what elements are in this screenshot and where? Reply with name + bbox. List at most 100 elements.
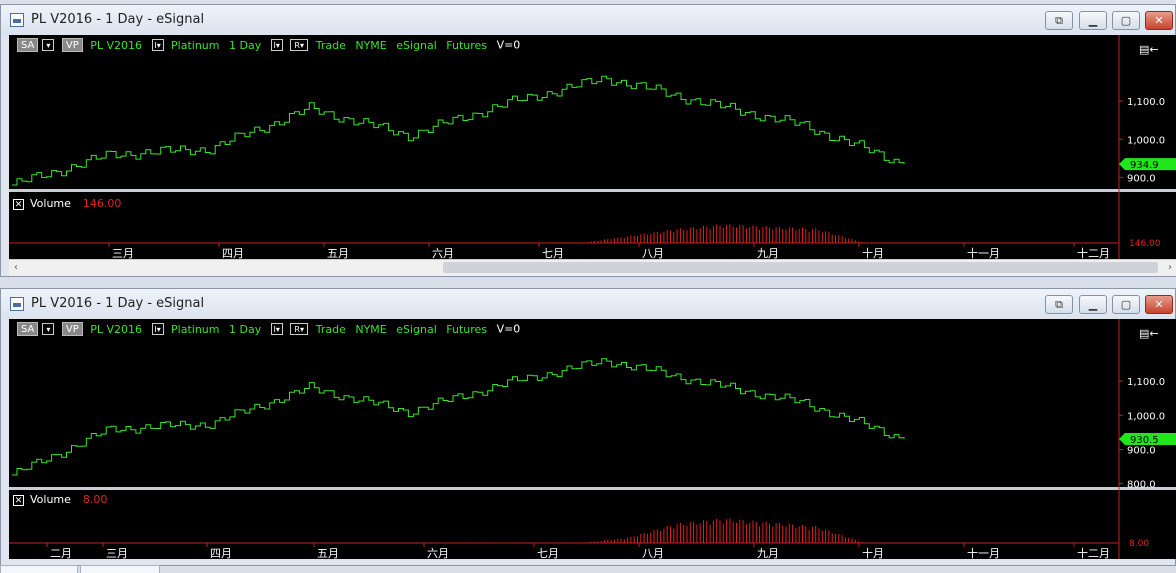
last-price-label: 930.5	[1130, 435, 1159, 446]
volume-bar	[630, 235, 632, 243]
chart-window-bottom[interactable]: PL V2016 - 1 Day - eSignal ⧉ ▁ ▢ ✕ SA ▾ V…	[0, 288, 1176, 566]
chart-canvas[interactable]: SA ▾ VP PL V2016 I▾ Platinum 1 Day I▾ R▾ …	[9, 319, 1176, 559]
volume-bar	[835, 533, 836, 543]
volume-bar	[765, 521, 767, 543]
horizontal-scrollbar[interactable]: ‹ ›	[9, 259, 1176, 276]
month-label: 八月	[642, 547, 664, 559]
volume-bar	[689, 227, 691, 243]
volume-bar	[676, 229, 678, 243]
volume-value: 8.00	[82, 493, 108, 506]
minimize-button[interactable]: ▁	[1079, 295, 1107, 314]
volume-bar	[696, 524, 698, 543]
month-label: 六月	[432, 247, 454, 259]
volume-bar	[844, 238, 846, 243]
volume-bar	[808, 529, 810, 543]
volume-bar	[861, 541, 863, 543]
volume-bar	[673, 528, 675, 543]
volume-bar	[745, 524, 747, 543]
volume-bar	[686, 525, 688, 543]
volume-bar	[587, 242, 589, 243]
chart-canvas[interactable]: SA ▾ VP PL V2016 I▾ Platinum 1 Day I▾ R▾ …	[9, 35, 1176, 259]
close-pane-icon[interactable]: ✕	[13, 198, 24, 210]
maximize-button[interactable]: ▢	[1112, 295, 1140, 314]
workspace-tab[interactable]	[0, 565, 78, 573]
volume-bar	[640, 234, 642, 243]
volume-bar	[739, 519, 741, 543]
title-bar[interactable]: PL V2016 - 1 Day - eSignal ⧉ ▁ ▢ ✕	[1, 5, 1175, 35]
volume-bar	[604, 540, 605, 543]
volume-bar	[778, 226, 780, 243]
month-label: 十月	[862, 246, 884, 259]
scale-menu-icon: ▤←	[1139, 43, 1159, 56]
volume-bar	[795, 230, 797, 243]
price-tick-label: 900.0	[1127, 173, 1156, 184]
volume-bar	[802, 524, 803, 543]
volume-bar	[597, 240, 599, 243]
volume-bar	[818, 230, 820, 243]
volume-bar	[854, 539, 856, 543]
price-volume-chart[interactable]: 1,100.0 1,000.0 900.0 ▤← 934.9 146.00 三月 四月 五月 六月…	[9, 35, 1176, 259]
chart-window-top[interactable]: PL V2016 - 1 Day - eSignal ⧉ ▁ ▢ ✕ SA ▾ V…	[0, 4, 1176, 277]
volume-bar	[670, 230, 671, 243]
volume-bar	[607, 540, 609, 543]
volume-bar	[765, 226, 767, 243]
volume-bar	[683, 229, 685, 243]
maximize-button[interactable]: ▢	[1112, 11, 1140, 30]
volume-bar	[848, 238, 850, 243]
volume-bar	[848, 537, 850, 543]
volume-bar	[719, 225, 721, 243]
volume-bar	[851, 239, 853, 243]
volume-bar	[729, 224, 731, 243]
link-button[interactable]: ⧉	[1045, 11, 1073, 30]
scroll-right-icon[interactable]: ›	[1163, 261, 1176, 275]
volume-bar	[729, 518, 731, 543]
volume-bar	[762, 522, 764, 543]
close-button[interactable]: ✕	[1145, 11, 1173, 30]
title-bar[interactable]: PL V2016 - 1 Day - eSignal ⧉ ▁ ▢ ✕	[1, 289, 1175, 319]
volume-bar	[613, 238, 615, 243]
price-volume-chart[interactable]: 1,100.0 1,000.0 900.0 800.0 ▤← 930.5 8.00 二月 三月 四…	[9, 319, 1176, 559]
volume-bar	[640, 534, 642, 543]
volume-badge: 146.00	[1129, 239, 1161, 249]
volume-bar	[745, 228, 747, 243]
volume-bar	[782, 525, 784, 543]
volume-bar	[775, 523, 777, 543]
volume-bar	[792, 227, 794, 243]
volume-bar	[726, 519, 728, 543]
month-label: 十一月	[967, 246, 1000, 259]
volume-label: Volume	[30, 493, 71, 506]
volume-bar	[600, 240, 602, 243]
volume-bar	[650, 233, 652, 243]
workspace-tab[interactable]	[80, 565, 160, 573]
pane-separator	[9, 189, 1176, 192]
volume-bar	[676, 524, 678, 543]
price-tick-label: 1,000.0	[1127, 411, 1165, 422]
month-label: 八月	[642, 247, 664, 259]
volume-bar	[703, 225, 704, 243]
scroll-left-icon[interactable]: ‹	[9, 261, 23, 275]
volume-bar	[613, 539, 615, 543]
month-label: 四月	[210, 547, 232, 559]
volume-bar	[719, 520, 721, 543]
volume-bar	[749, 522, 751, 543]
volume-bar	[653, 232, 655, 243]
volume-bar	[808, 231, 810, 243]
volume-bar	[716, 518, 718, 543]
month-label: 十二月	[1077, 246, 1110, 259]
volume-bar	[759, 229, 761, 243]
close-button[interactable]: ✕	[1145, 295, 1173, 314]
month-label: 三月	[112, 247, 134, 259]
minimize-button[interactable]: ▁	[1079, 11, 1107, 30]
volume-bar	[815, 228, 817, 243]
volume-bar	[759, 526, 761, 543]
scroll-thumb[interactable]	[443, 262, 1158, 273]
close-pane-icon[interactable]: ✕	[13, 494, 24, 506]
volume-bar	[656, 529, 658, 543]
volume-bar	[650, 532, 652, 543]
volume-bar	[607, 239, 609, 243]
volume-bar	[726, 224, 728, 243]
link-button[interactable]: ⧉	[1045, 295, 1073, 314]
price-series-line	[12, 358, 905, 476]
volume-bar	[643, 533, 645, 543]
volume-bar	[670, 526, 671, 543]
